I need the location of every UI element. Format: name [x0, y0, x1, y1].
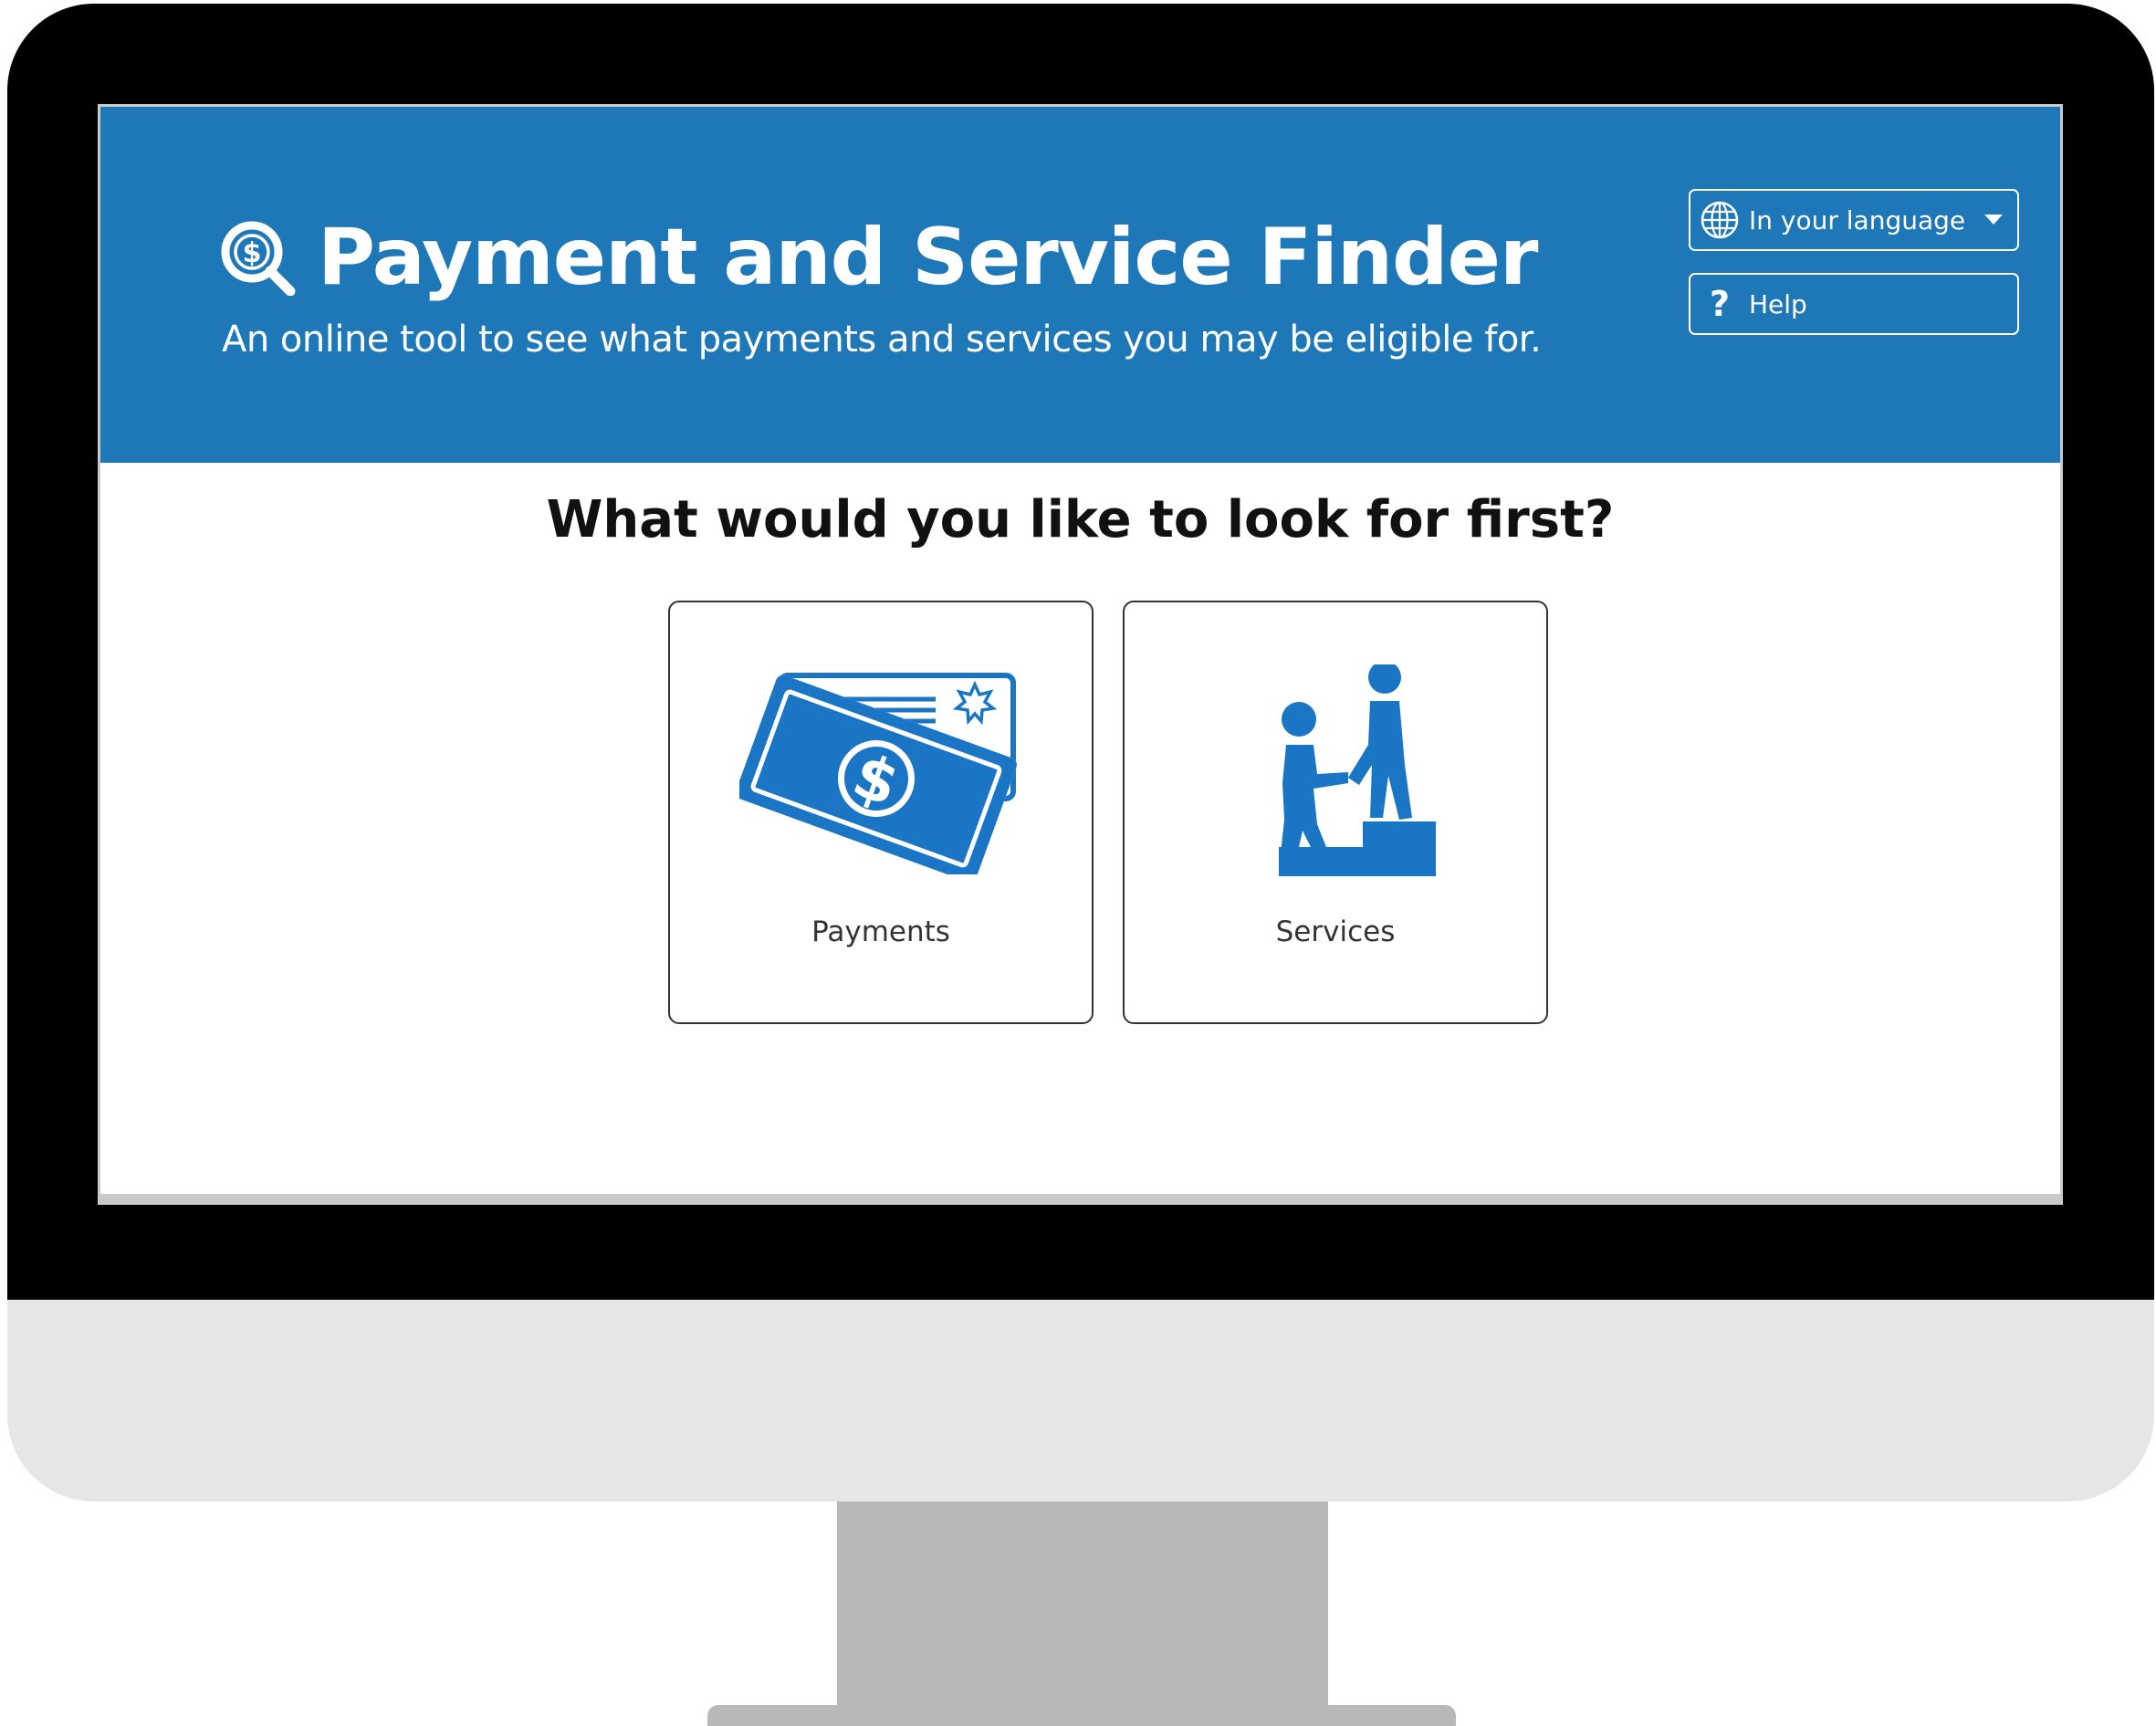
question-mark-icon: ? — [1709, 284, 1731, 324]
page-title: Payment and Service Finder — [318, 212, 1538, 303]
payments-label: Payments — [811, 915, 950, 948]
dollar-search-icon: $ — [221, 221, 296, 296]
language-select[interactable]: In your language — [1689, 189, 2019, 251]
svg-text:$: $ — [243, 237, 262, 269]
caret-down-icon — [1984, 214, 2003, 225]
page-subtitle: An online tool to see what payments and … — [222, 319, 1542, 361]
language-select-label: In your language — [1749, 204, 1966, 235]
money-bills-icon: $ — [739, 673, 1017, 874]
title-row: $ Payment and Service Finder — [219, 207, 1538, 308]
globe-icon — [1701, 201, 1739, 239]
services-card[interactable]: Services — [1123, 601, 1548, 1024]
monitor-screen: $ Payment and Service Finder An online t… — [98, 104, 2063, 1205]
help-button-label: Help — [1749, 288, 1807, 319]
helping-hand-step-icon — [1279, 664, 1436, 876]
monitor-stand-base — [707, 1705, 1456, 1726]
payments-card[interactable]: $ Payments — [668, 601, 1094, 1024]
question-heading: What would you like to look for first? — [546, 490, 1615, 549]
monitor-stand — [837, 1488, 1328, 1726]
services-label: Services — [1275, 915, 1396, 948]
app-header: $ Payment and Service Finder An online t… — [100, 107, 2060, 463]
help-button[interactable]: ? Help — [1689, 273, 2019, 335]
